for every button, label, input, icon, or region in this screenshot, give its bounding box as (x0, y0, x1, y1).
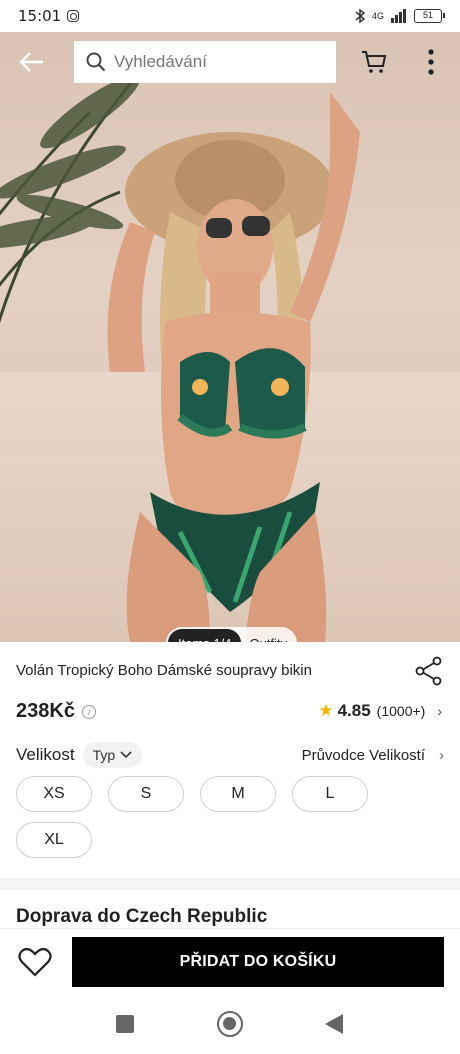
search-placeholder: Vyhledávání (114, 52, 207, 71)
status-bar: 15:01 4G 51 (0, 0, 460, 32)
add-to-cart-button[interactable]: PŘIDAT DO KOŠÍKU (72, 937, 444, 987)
size-option-m[interactable]: M (200, 776, 276, 812)
rating-count: (1000+) (376, 703, 426, 719)
size-guide-label: Průvodce Velikostí (301, 746, 425, 764)
wishlist-button[interactable] (14, 941, 56, 983)
status-time: 15:01 (18, 7, 62, 25)
product-title: Volán Tropický Boho Dámské soupravy biki… (16, 662, 312, 679)
share-icon (415, 656, 442, 686)
size-type-label: Typ (92, 747, 116, 763)
model-figure (107, 92, 360, 642)
chevron-right-icon: › (439, 746, 444, 764)
heart-icon (18, 947, 52, 977)
chevron-down-icon (120, 751, 132, 759)
size-option-xs[interactable]: XS (16, 776, 92, 812)
items-tab[interactable]: Items 1/4 (168, 629, 242, 642)
size-type-dropdown[interactable]: Typ (82, 742, 143, 768)
shipping-title: Doprava do Czech Republic (16, 906, 268, 927)
size-label: Velikost (16, 745, 75, 764)
system-back-icon[interactable] (325, 1014, 343, 1034)
star-icon: ★ (318, 701, 334, 720)
chevron-right-icon: › (437, 703, 442, 719)
size-option-l[interactable]: L (292, 776, 368, 812)
size-option-xl[interactable]: XL (16, 822, 92, 858)
status-icons: 4G 51 (354, 8, 445, 24)
back-button[interactable] (10, 40, 54, 84)
system-nav-bar (0, 994, 460, 1054)
more-vertical-icon (428, 49, 434, 75)
recent-apps-icon[interactable] (116, 1015, 134, 1033)
network-type: 4G (371, 11, 384, 21)
product-image[interactable]: Items 1/4 Outfity (0, 32, 460, 642)
outfits-tab[interactable]: Outfity (241, 629, 297, 643)
back-arrow-icon (19, 52, 43, 72)
product-rating[interactable]: ★ 4.85 (1000+) › (318, 701, 442, 721)
battery-icon: 51 (414, 9, 445, 23)
search-bar[interactable]: Vyhledávání (74, 41, 336, 83)
bluetooth-icon (355, 8, 366, 24)
section-divider (0, 878, 460, 890)
search-icon (86, 52, 106, 72)
size-guide-link[interactable]: Průvodce Velikostí › (302, 747, 444, 764)
product-price: 238Kč (16, 700, 75, 722)
info-icon[interactable]: i (82, 705, 96, 719)
size-header: Velikost Typ Průvodce Velikostí › (16, 741, 444, 769)
instagram-notification-icon (67, 10, 80, 22)
cart-button[interactable] (354, 42, 394, 82)
image-view-toggle: Items 1/4 Outfity (166, 627, 298, 643)
size-option-s[interactable]: S (108, 776, 184, 812)
top-bar: Vyhledávání (0, 38, 460, 86)
rating-score: 4.85 (337, 701, 371, 720)
cart-icon (362, 51, 387, 73)
share-button[interactable] (414, 656, 444, 686)
signal-icon (391, 9, 406, 23)
more-options-button[interactable] (416, 42, 446, 82)
home-icon[interactable] (217, 1011, 243, 1037)
bottom-action-bar: PŘIDAT DO KOŠÍKU (0, 928, 460, 994)
